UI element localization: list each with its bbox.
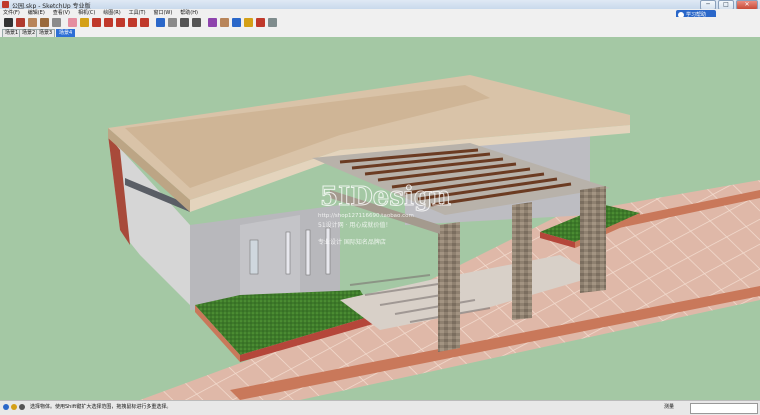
model-viewport[interactable]: 5IDesign http://shop127116690.taobao.com…	[0, 37, 760, 400]
main-toolbar	[0, 17, 760, 29]
menu-help[interactable]: 帮助(H)	[177, 9, 201, 17]
menu-camera[interactable]: 相机(C)	[75, 9, 98, 17]
extension-icon[interactable]	[244, 18, 253, 27]
user-status-icon[interactable]	[19, 404, 25, 410]
geo-status-icon[interactable]	[3, 404, 9, 410]
watermark-url: http://shop127116690.taobao.com	[318, 213, 414, 219]
components-icon[interactable]	[220, 18, 229, 27]
measurements-label: 测量	[664, 404, 675, 410]
watermark-line-2: 51设计网 · 用心成就价值！	[318, 221, 391, 229]
push-pull-icon[interactable]	[92, 18, 101, 27]
watermark-logo: 5IDesign	[320, 182, 451, 212]
menu-bar: 文件(F) 编辑(E) 查看(V) 相机(C) 绘图(R) 工具(T) 窗口(W…	[0, 9, 760, 17]
window-front	[249, 239, 259, 275]
paint-bucket-icon[interactable]	[80, 18, 89, 27]
offset-icon[interactable]	[140, 18, 149, 27]
window-slot-2	[305, 229, 311, 276]
window-slot-1	[285, 231, 291, 275]
zoom-icon[interactable]	[180, 18, 189, 27]
scene-tabs-bar: 场景1 场景2 场景3 场景4	[0, 29, 760, 38]
measurements-input[interactable]	[690, 403, 758, 414]
pergola-pillar-1	[438, 222, 460, 352]
styles-icon[interactable]	[268, 18, 277, 27]
sketchup-app-icon	[2, 1, 9, 8]
menu-edit[interactable]: 编辑(E)	[25, 9, 48, 17]
building-front-block	[240, 215, 300, 305]
menu-file[interactable]: 文件(F)	[0, 9, 23, 17]
eraser-icon[interactable]	[68, 18, 77, 27]
materials-icon[interactable]	[256, 18, 265, 27]
window-controls: ─ □ ✕	[698, 0, 758, 10]
credits-status-icon[interactable]	[11, 404, 17, 410]
window-slot-3	[325, 227, 331, 275]
watermark-line-3: 专业设计 国际知名品牌店	[318, 238, 386, 246]
rotate-icon[interactable]	[116, 18, 125, 27]
polygon-icon[interactable]	[52, 18, 61, 27]
pencil-line-icon[interactable]	[16, 18, 25, 27]
menu-draw[interactable]: 绘图(R)	[100, 9, 123, 17]
status-bar: 选择物体。使用Shift键扩大选择范围，拖拽鼠标进行多重选择。 测量	[0, 400, 760, 415]
warehouse-icon[interactable]	[208, 18, 217, 27]
select-arrow-icon[interactable]	[4, 18, 13, 27]
model-drawing: 5IDesign http://shop127116690.taobao.com…	[108, 75, 760, 400]
menu-tools[interactable]: 工具(T)	[126, 9, 149, 17]
status-hint: 选择物体。使用Shift键扩大选择范围，拖拽鼠标进行多重选择。	[30, 404, 172, 410]
menu-view[interactable]: 查看(V)	[50, 9, 73, 17]
move-icon[interactable]	[104, 18, 113, 27]
geo-location-icon[interactable]	[232, 18, 241, 27]
orbit-icon[interactable]	[156, 18, 165, 27]
zoom-extents-icon[interactable]	[192, 18, 201, 27]
follow-me-icon[interactable]	[128, 18, 137, 27]
circle-icon[interactable]	[40, 18, 49, 27]
pergola-pillar-3	[580, 186, 606, 293]
menu-window[interactable]: 窗口(W)	[150, 9, 175, 17]
pan-hand-icon[interactable]	[168, 18, 177, 27]
pergola-pillar-2	[512, 202, 532, 320]
rectangle-icon[interactable]	[28, 18, 37, 27]
